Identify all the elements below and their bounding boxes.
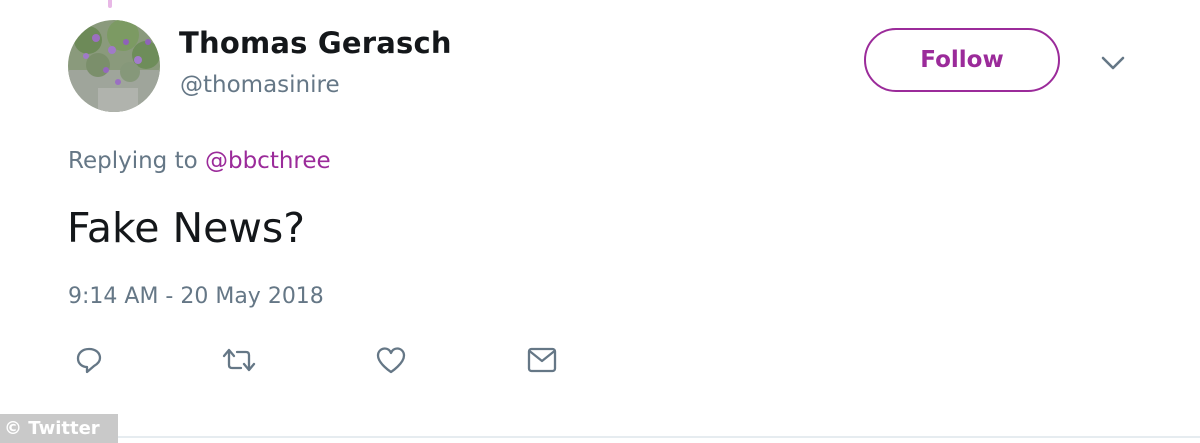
author-name[interactable]: Thomas Gerasch xyxy=(179,26,452,60)
avatar[interactable] xyxy=(68,20,160,112)
follow-button[interactable]: Follow xyxy=(864,28,1060,92)
replying-to-line: Replying to @bbcthree xyxy=(68,148,331,174)
reply-button[interactable] xyxy=(73,346,105,378)
chevron-down-icon[interactable] xyxy=(1100,54,1126,72)
like-button[interactable] xyxy=(375,346,407,378)
author-handle[interactable]: @thomasinire xyxy=(180,72,340,98)
retweet-button[interactable] xyxy=(222,345,256,379)
thread-connector-line xyxy=(108,0,112,8)
replying-to-mention[interactable]: @bbcthree xyxy=(205,148,331,174)
reply-icon xyxy=(74,345,104,379)
divider xyxy=(118,436,1200,438)
heart-icon xyxy=(375,345,407,379)
tweet-timestamp[interactable]: 9:14 AM - 20 May 2018 xyxy=(68,284,324,309)
retweet-icon xyxy=(222,345,256,379)
tweet-text: Fake News? xyxy=(67,204,306,252)
direct-message-button[interactable] xyxy=(526,346,558,378)
envelope-icon xyxy=(526,345,558,379)
replying-to-label: Replying to xyxy=(68,148,198,174)
twitter-watermark: © Twitter xyxy=(0,414,118,443)
